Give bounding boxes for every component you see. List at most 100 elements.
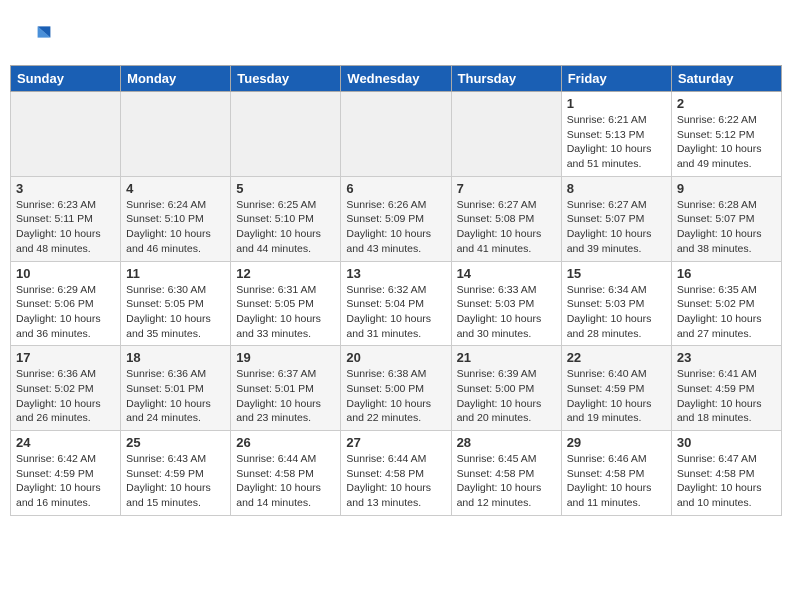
sunrise-label: Sunrise: 6:38 AM [346,368,426,380]
calendar-day-cell: 11 Sunrise: 6:30 AM Sunset: 5:05 PM Dayl… [121,261,231,346]
day-number: 11 [126,266,225,281]
calendar-day-cell: 25 Sunrise: 6:43 AM Sunset: 4:59 PM Dayl… [121,431,231,516]
day-number: 29 [567,435,666,450]
day-number: 4 [126,181,225,196]
calendar-week-row: 1 Sunrise: 6:21 AM Sunset: 5:13 PM Dayli… [11,92,782,177]
day-info: Sunrise: 6:24 AM Sunset: 5:10 PM Dayligh… [126,198,225,257]
day-number: 18 [126,350,225,365]
calendar-header-row: SundayMondayTuesdayWednesdayThursdayFrid… [11,66,782,92]
sunrise-label: Sunrise: 6:41 AM [677,368,757,380]
sunset-label: Sunset: 4:58 PM [236,468,314,480]
sunrise-label: Sunrise: 6:23 AM [16,199,96,211]
daylight-label: Daylight: 10 hours and 39 minutes. [567,228,652,255]
day-info: Sunrise: 6:44 AM Sunset: 4:58 PM Dayligh… [236,452,335,511]
sunrise-label: Sunrise: 6:33 AM [457,284,537,296]
calendar-day-cell [451,92,561,177]
day-number: 6 [346,181,445,196]
daylight-label: Daylight: 10 hours and 11 minutes. [567,482,652,509]
calendar-week-row: 10 Sunrise: 6:29 AM Sunset: 5:06 PM Dayl… [11,261,782,346]
day-info: Sunrise: 6:31 AM Sunset: 5:05 PM Dayligh… [236,283,335,342]
sunrise-label: Sunrise: 6:35 AM [677,284,757,296]
calendar-day-cell: 14 Sunrise: 6:33 AM Sunset: 5:03 PM Dayl… [451,261,561,346]
sunrise-label: Sunrise: 6:25 AM [236,199,316,211]
calendar-day-cell: 10 Sunrise: 6:29 AM Sunset: 5:06 PM Dayl… [11,261,121,346]
sunrise-label: Sunrise: 6:21 AM [567,114,647,126]
calendar-day-cell: 18 Sunrise: 6:36 AM Sunset: 5:01 PM Dayl… [121,346,231,431]
calendar-day-cell: 7 Sunrise: 6:27 AM Sunset: 5:08 PM Dayli… [451,176,561,261]
calendar-day-cell: 8 Sunrise: 6:27 AM Sunset: 5:07 PM Dayli… [561,176,671,261]
day-number: 13 [346,266,445,281]
day-number: 2 [677,96,776,111]
sunset-label: Sunset: 5:12 PM [677,129,755,141]
daylight-label: Daylight: 10 hours and 31 minutes. [346,313,431,340]
day-info: Sunrise: 6:36 AM Sunset: 5:01 PM Dayligh… [126,367,225,426]
day-number: 27 [346,435,445,450]
calendar-day-cell: 24 Sunrise: 6:42 AM Sunset: 4:59 PM Dayl… [11,431,121,516]
day-info: Sunrise: 6:45 AM Sunset: 4:58 PM Dayligh… [457,452,556,511]
day-info: Sunrise: 6:27 AM Sunset: 5:08 PM Dayligh… [457,198,556,257]
day-number: 10 [16,266,115,281]
sunrise-label: Sunrise: 6:43 AM [126,453,206,465]
sunrise-label: Sunrise: 6:22 AM [677,114,757,126]
sunset-label: Sunset: 4:58 PM [677,468,755,480]
sunset-label: Sunset: 5:09 PM [346,213,424,225]
day-info: Sunrise: 6:39 AM Sunset: 5:00 PM Dayligh… [457,367,556,426]
weekday-header: Monday [121,66,231,92]
calendar-table: SundayMondayTuesdayWednesdayThursdayFrid… [10,65,782,516]
calendar-day-cell: 2 Sunrise: 6:22 AM Sunset: 5:12 PM Dayli… [671,92,781,177]
day-info: Sunrise: 6:22 AM Sunset: 5:12 PM Dayligh… [677,113,776,172]
day-number: 5 [236,181,335,196]
daylight-label: Daylight: 10 hours and 14 minutes. [236,482,321,509]
day-number: 20 [346,350,445,365]
calendar-day-cell: 16 Sunrise: 6:35 AM Sunset: 5:02 PM Dayl… [671,261,781,346]
sunset-label: Sunset: 5:11 PM [16,213,93,225]
day-number: 19 [236,350,335,365]
daylight-label: Daylight: 10 hours and 24 minutes. [126,398,211,425]
day-info: Sunrise: 6:35 AM Sunset: 5:02 PM Dayligh… [677,283,776,342]
daylight-label: Daylight: 10 hours and 49 minutes. [677,143,762,170]
calendar-day-cell: 26 Sunrise: 6:44 AM Sunset: 4:58 PM Dayl… [231,431,341,516]
weekday-header: Wednesday [341,66,451,92]
day-info: Sunrise: 6:33 AM Sunset: 5:03 PM Dayligh… [457,283,556,342]
calendar-day-cell [341,92,451,177]
page-header [10,10,782,57]
daylight-label: Daylight: 10 hours and 19 minutes. [567,398,652,425]
daylight-label: Daylight: 10 hours and 27 minutes. [677,313,762,340]
weekday-header: Saturday [671,66,781,92]
day-info: Sunrise: 6:47 AM Sunset: 4:58 PM Dayligh… [677,452,776,511]
calendar-day-cell: 12 Sunrise: 6:31 AM Sunset: 5:05 PM Dayl… [231,261,341,346]
daylight-label: Daylight: 10 hours and 35 minutes. [126,313,211,340]
day-info: Sunrise: 6:41 AM Sunset: 4:59 PM Dayligh… [677,367,776,426]
day-info: Sunrise: 6:26 AM Sunset: 5:09 PM Dayligh… [346,198,445,257]
sunset-label: Sunset: 5:05 PM [126,298,204,310]
day-number: 12 [236,266,335,281]
sunset-label: Sunset: 4:58 PM [567,468,645,480]
daylight-label: Daylight: 10 hours and 10 minutes. [677,482,762,509]
daylight-label: Daylight: 10 hours and 36 minutes. [16,313,101,340]
sunrise-label: Sunrise: 6:42 AM [16,453,96,465]
weekday-header: Tuesday [231,66,341,92]
daylight-label: Daylight: 10 hours and 12 minutes. [457,482,542,509]
day-number: 22 [567,350,666,365]
day-number: 9 [677,181,776,196]
day-number: 14 [457,266,556,281]
daylight-label: Daylight: 10 hours and 13 minutes. [346,482,431,509]
sunrise-label: Sunrise: 6:36 AM [126,368,206,380]
day-info: Sunrise: 6:46 AM Sunset: 4:58 PM Dayligh… [567,452,666,511]
sunset-label: Sunset: 5:10 PM [236,213,314,225]
sunrise-label: Sunrise: 6:34 AM [567,284,647,296]
daylight-label: Daylight: 10 hours and 33 minutes. [236,313,321,340]
sunrise-label: Sunrise: 6:47 AM [677,453,757,465]
day-number: 24 [16,435,115,450]
calendar-day-cell: 9 Sunrise: 6:28 AM Sunset: 5:07 PM Dayli… [671,176,781,261]
sunset-label: Sunset: 5:07 PM [677,213,755,225]
sunset-label: Sunset: 5:05 PM [236,298,314,310]
calendar-day-cell: 29 Sunrise: 6:46 AM Sunset: 4:58 PM Dayl… [561,431,671,516]
weekday-header: Friday [561,66,671,92]
sunrise-label: Sunrise: 6:44 AM [236,453,316,465]
calendar-day-cell: 20 Sunrise: 6:38 AM Sunset: 5:00 PM Dayl… [341,346,451,431]
sunrise-label: Sunrise: 6:27 AM [567,199,647,211]
day-number: 17 [16,350,115,365]
calendar-day-cell: 19 Sunrise: 6:37 AM Sunset: 5:01 PM Dayl… [231,346,341,431]
sunset-label: Sunset: 5:01 PM [236,383,314,395]
